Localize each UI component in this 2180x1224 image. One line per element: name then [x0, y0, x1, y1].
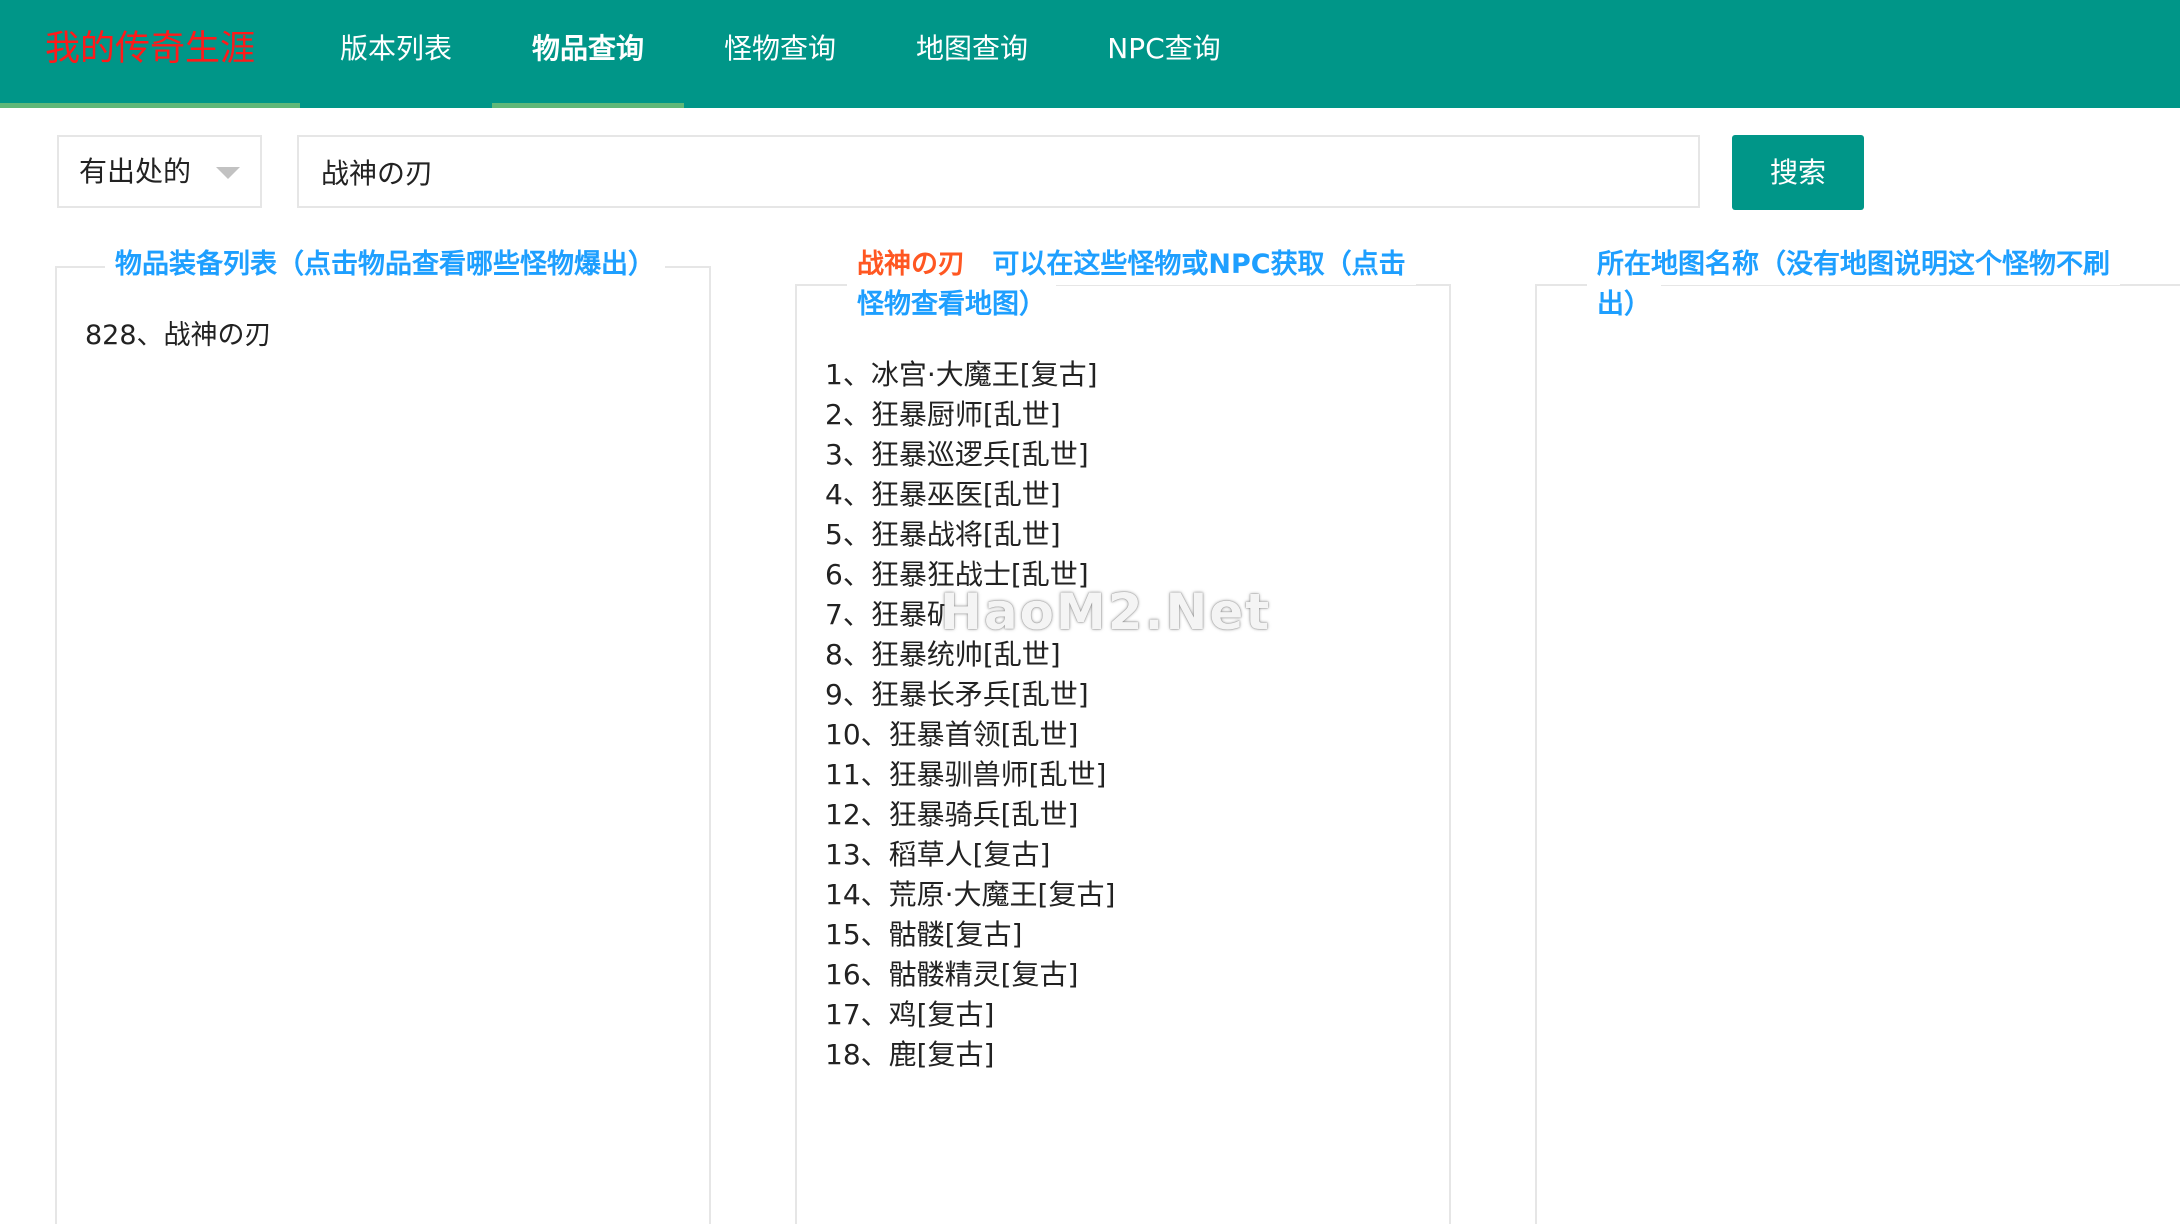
monster-list-item[interactable]: 10、狂暴首领[乱世]: [825, 715, 1115, 755]
brand-text: 我的传奇生涯: [44, 29, 255, 69]
map-list-title-line2: 出）: [1587, 285, 1661, 325]
monster-list-item[interactable]: 3、狂暴巡逻兵[乱世]: [825, 435, 1115, 475]
monster-list-item[interactable]: 14、荒原·大魔王[复古]: [825, 875, 1115, 915]
item-list-panel: [55, 266, 711, 1224]
monster-list-item[interactable]: 12、狂暴骑兵[乱世]: [825, 795, 1115, 835]
nav-item-npc-search[interactable]: NPC查询: [1068, 0, 1260, 108]
monster-list-item[interactable]: 15、骷髅[复古]: [825, 915, 1115, 955]
search-button-label: 搜索: [1769, 156, 1826, 189]
item-source-title: 战神の刃 可以在这些怪物或NPC获取（点击: [847, 245, 1416, 285]
monster-list-item[interactable]: 9、狂暴长矛兵[乱世]: [825, 675, 1115, 715]
monster-list-item[interactable]: 13、稻草人[复古]: [825, 835, 1115, 875]
site-watermark: HaoM2.Net: [940, 583, 1272, 641]
monster-list-item[interactable]: 17、鸡[复古]: [825, 995, 1115, 1035]
chevron-down-icon: [216, 167, 240, 179]
nav-label: 物品查询: [531, 32, 644, 65]
monster-list-item[interactable]: 16、骷髅精灵[复古]: [825, 955, 1115, 995]
monster-list-item[interactable]: 5、狂暴战将[乱世]: [825, 515, 1115, 555]
monster-list-item[interactable]: 2、狂暴厨师[乱世]: [825, 395, 1115, 435]
source-filter-select[interactable]: 有出处的: [57, 135, 262, 208]
nav-label: 怪物查询: [723, 32, 836, 65]
item-result-link[interactable]: 828、战神の刃: [85, 316, 272, 356]
item-source-title-line2: 怪物查看地图）: [847, 285, 1056, 325]
nav-label: 地图查询: [915, 32, 1028, 65]
monster-list-item[interactable]: 8、狂暴统帅[乱世]: [825, 635, 1115, 675]
active-tab-underline: [492, 103, 684, 108]
search-button[interactable]: 搜索: [1732, 135, 1864, 210]
source-item-name: 战神の刃: [857, 249, 965, 280]
nav-item-item-search[interactable]: 物品查询: [492, 0, 684, 108]
monster-source-list: 1、冰宫·大魔王[复古] 2、狂暴厨师[乱世] 3、狂暴巡逻兵[乱世] 4、狂暴…: [825, 355, 1115, 1075]
nav-label: NPC查询: [1107, 32, 1221, 65]
monster-list-item[interactable]: 4、狂暴巫医[乱世]: [825, 475, 1115, 515]
monster-list-item[interactable]: 18、鹿[复古]: [825, 1035, 1115, 1075]
brand-underline: [0, 103, 300, 108]
monster-list-item[interactable]: 11、狂暴驯兽师[乱世]: [825, 755, 1115, 795]
nav-item-versions[interactable]: 版本列表: [300, 0, 492, 108]
nav-item-map-search[interactable]: 地图查询: [876, 0, 1068, 108]
item-list-title: 物品装备列表（点击物品查看哪些怪物爆出）: [105, 245, 665, 285]
brand-logo[interactable]: 我的传奇生涯: [0, 0, 300, 108]
source-title-text: 可以在这些怪物或NPC获取（点击: [992, 249, 1406, 280]
nav-label: 版本列表: [339, 32, 452, 65]
nav-item-monster-search[interactable]: 怪物查询: [684, 0, 876, 108]
top-nav-bar: 我的传奇生涯 版本列表 物品查询 怪物查询 地图查询 NPC查询: [0, 0, 2180, 108]
monster-list-item[interactable]: 1、冰宫·大魔王[复古]: [825, 355, 1115, 395]
map-list-title: 所在地图名称（没有地图说明这个怪物不刷: [1587, 245, 2120, 285]
map-list-panel: [1535, 284, 2180, 1224]
select-value: 有出处的: [79, 155, 192, 188]
search-input[interactable]: [297, 135, 1700, 208]
